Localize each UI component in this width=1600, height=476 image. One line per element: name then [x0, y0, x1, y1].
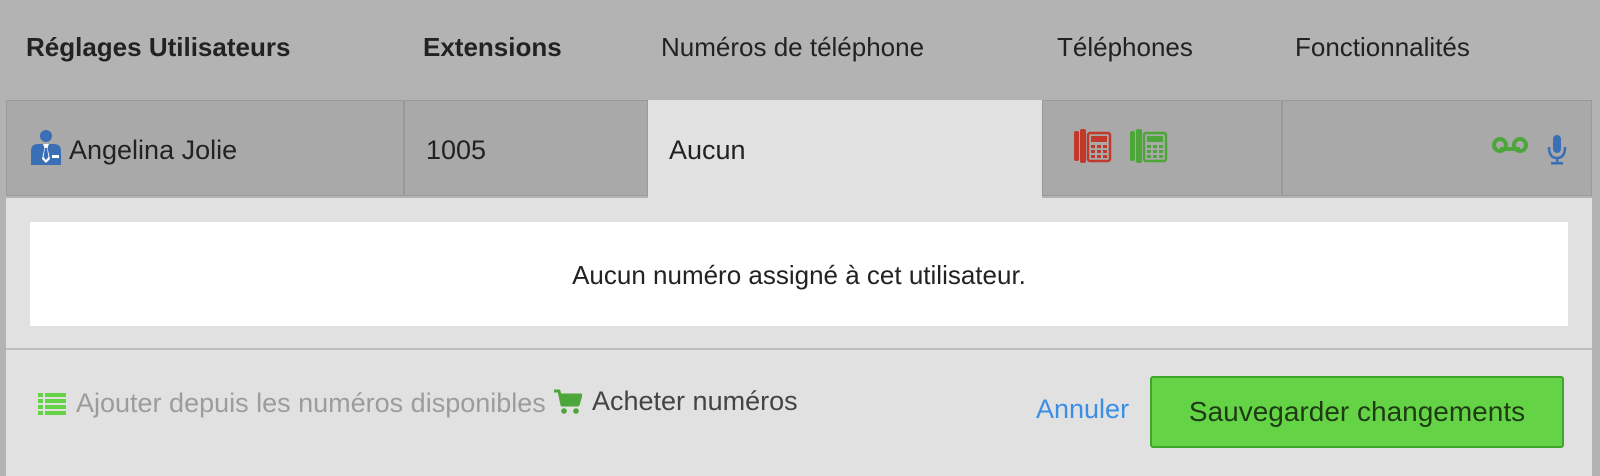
add-from-available-link[interactable]: Ajouter depuis les numéros disponibles [38, 388, 546, 419]
divider [6, 348, 1592, 350]
header-phone-numbers: Numéros de téléphone [661, 32, 925, 62]
voicemail-icon[interactable] [1492, 137, 1528, 153]
header-extensions: Extensions [423, 32, 562, 62]
cancel-link[interactable]: Annuler [1036, 394, 1129, 425]
save-changes-button[interactable]: Sauvegarder changements [1150, 376, 1564, 448]
desk-phone-red-icon[interactable] [1074, 129, 1112, 163]
extension-value: 1005 [426, 135, 487, 165]
extension-cell[interactable]: 1005 [404, 100, 648, 196]
header-phones: Téléphones [1057, 32, 1193, 62]
header-user-settings: Réglages Utilisateurs [26, 32, 291, 62]
header-features: Fonctionnalités [1295, 32, 1470, 62]
cart-icon [554, 389, 582, 415]
desk-phone-green-icon[interactable] [1130, 129, 1168, 163]
buy-numbers-link[interactable]: Acheter numéros [554, 386, 798, 417]
phone-numbers-panel: Aucun numéro assigné à cet utilisateur. … [6, 198, 1592, 476]
phones-cell[interactable] [1042, 100, 1282, 196]
user-cell[interactable]: Angelina Jolie [6, 100, 404, 196]
table-header: Réglages Utilisateurs Extensions Numéros… [0, 0, 1600, 100]
add-from-available-label: Ajouter depuis les numéros disponibles [76, 388, 546, 418]
list-icon [38, 392, 66, 416]
user-tie-icon [29, 129, 63, 165]
phone-numbers-value: Aucun [669, 135, 746, 165]
microphone-icon[interactable] [1547, 135, 1567, 165]
features-cell[interactable] [1282, 100, 1592, 196]
phone-numbers-cell[interactable]: Aucun [648, 100, 1042, 200]
user-row: Angelina Jolie 1005 Aucun [6, 100, 1592, 200]
empty-state-box: Aucun numéro assigné à cet utilisateur. [30, 222, 1568, 326]
empty-state-message: Aucun numéro assigné à cet utilisateur. [572, 260, 1026, 290]
user-name: Angelina Jolie [69, 135, 238, 165]
buy-numbers-label: Acheter numéros [592, 386, 798, 416]
